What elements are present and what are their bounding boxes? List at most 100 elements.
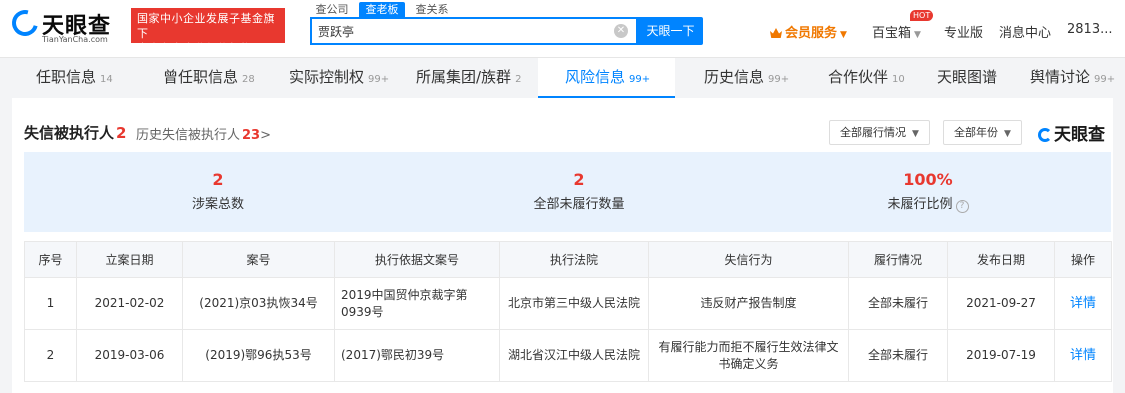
stat-ratio: 100% 未履行比例? [828,170,1028,213]
column-header: 序号 [24,241,77,278]
basis-document-number: (2017)鄂民初39号 [334,329,500,382]
search-tab-company[interactable]: 查公司 [312,2,352,17]
tab-label: 曾任职信息 [163,68,239,86]
stat-total: 2 涉案总数 [118,170,318,212]
tab-label: 实际控制权 [289,68,365,86]
tab-history[interactable]: 历史信息 99+ [704,58,789,98]
dishonest-behavior: 有履行能力而拒不履行生效法律文书确定义务 [648,329,849,382]
tab-count: 10 [892,74,905,85]
tab-positions[interactable]: 任职信息 14 [36,58,113,98]
toolbox-label: 百宝箱 [872,26,912,41]
tab-count: 99+ [629,74,651,85]
tab-label: 天眼图谱 [937,68,998,86]
stat-unfulfilled: 2 全部未履行数量 [479,170,679,212]
tab-former-positions[interactable]: 曾任职信息 28 [163,58,255,98]
search-button[interactable]: 天眼一下 [638,17,703,45]
tab-public-opinion[interactable]: 舆情讨论 99+ [1030,58,1115,98]
chevron-right-icon: > [260,128,272,143]
column-header: 操作 [1054,241,1112,278]
tab-risk[interactable]: 风险信息 99+ [538,58,675,98]
column-header: 立案日期 [76,241,183,278]
search-tab-relation[interactable]: 查关系 [412,2,452,17]
history-count: 23 [242,128,261,143]
table-row: 1 2021-02-02 (2021)京03执恢34号 2019中国贸仲京裁字第… [24,277,1112,330]
chevron-down-icon: ▼ [1004,129,1011,139]
column-header: 案号 [182,241,335,278]
dishonest-table: 序号 立案日期 案号 执行依据文案号 执行法院 失信行为 履行情况 发布日期 操… [24,241,1112,382]
section-title-text: 失信被执行人 [24,124,115,142]
chevron-down-icon: ▼ [914,30,921,40]
pro-link[interactable]: 专业版 [944,22,983,41]
dishonest-debtor-card: 失信被执行人 2 历史失信被执行人 23> 全部履行情况 ▼ 全部年份 ▼ 天眼查 2 … [12,98,1113,393]
details-link[interactable]: 详情 [1054,329,1112,382]
tab-label: 历史信息 [704,68,765,86]
logo-domain: TianYanCha.com [42,35,108,44]
crown-icon [770,28,782,38]
column-header: 执行法院 [499,241,649,278]
stat-label-text: 未履行比例 [887,197,953,212]
stat-label: 全部未履行数量 [533,197,625,212]
stat-value: 2 [573,170,585,189]
column-header: 发布日期 [947,241,1055,278]
history-dishonest-link[interactable]: 历史失信被执行人 23> [136,124,271,143]
table-header-row: 序号 立案日期 案号 执行依据文案号 执行法院 失信行为 履行情况 发布日期 操… [24,241,1112,278]
toolbox-menu[interactable]: 百宝箱 ▼ [872,22,921,41]
year-filter-value: 全部年份 [954,126,998,139]
fulfillment-status: 全部未履行 [848,329,948,382]
filing-date: 2021-02-02 [76,277,183,330]
details-link[interactable]: 详情 [1054,277,1112,330]
year-filter-dropdown[interactable]: 全部年份 ▼ [943,120,1022,145]
tab-count: 99+ [768,74,790,85]
basis-document-number: 2019中国贸仲京裁字第0939号 [334,277,500,330]
case-number: (2019)鄂96执53号 [182,329,335,382]
user-menu[interactable]: 2813... [1067,22,1112,37]
tab-count: 14 [100,74,113,85]
tab-graph[interactable]: 天眼图谱 [937,58,997,98]
site-logo[interactable]: 天眼查 TianYanCha.com [7,5,124,46]
status-filter-dropdown[interactable]: 全部履行情况 ▼ [829,120,930,145]
stats-panel: 2 涉案总数 2 全部未履行数量 100% 未履行比例? [24,152,1111,232]
messages-link[interactable]: 消息中心 [999,22,1051,41]
filing-date: 2019-03-06 [76,329,183,382]
executing-court: 湖北省汉江中级人民法院 [499,329,649,382]
history-label: 历史失信被执行人 [136,128,241,143]
column-header: 执行依据文案号 [334,241,500,278]
tab-label: 合作伙伴 [828,68,889,86]
section-title: 失信被执行人 2 [24,122,126,143]
tab-group[interactable]: 所属集团/族群 2 [416,58,521,98]
dishonest-behavior: 违反财产报告制度 [648,277,849,330]
logo-icon [1038,128,1052,142]
search-input[interactable] [312,19,612,43]
table-row: 2 2019-03-06 (2019)鄂96执53号 (2017)鄂民初39号 … [24,329,1112,382]
tab-label: 风险信息 [565,68,626,86]
stat-label: 涉案总数 [191,197,244,212]
tab-actual-control[interactable]: 实际控制权 99+ [289,58,389,98]
vip-label: 会员服务 [785,26,838,41]
tab-count: 28 [242,74,255,85]
case-number: (2021)京03执恢34号 [182,277,335,330]
section-count: 2 [116,124,127,142]
column-header: 履行情况 [848,241,948,278]
clear-icon[interactable]: ✕ [614,24,628,38]
official-banner: 国家中小企业发展子基金旗下 官方备案企业征信机构 [131,8,285,55]
banner-line-1: 国家中小企业发展子基金旗下 [137,12,275,40]
top-bar: 天眼查 TianYanCha.com 国家中小企业发展子基金旗下 官方备案企业征… [0,0,1125,58]
tab-label: 所属集团/族群 [416,68,512,86]
vip-menu[interactable]: 会员服务 ▼ [770,22,847,41]
publish-date: 2019-07-19 [947,329,1055,382]
brand-watermark: 天眼查 [1038,120,1105,145]
tab-count: 2 [515,74,522,85]
help-icon[interactable]: ? [955,200,969,213]
stat-value: 2 [212,170,224,189]
row-index: 2 [24,329,77,382]
search-tab-boss[interactable]: 查老板 [359,2,405,17]
brand-text: 天眼查 [1054,125,1105,145]
publish-date: 2021-09-27 [947,277,1055,330]
tab-partners[interactable]: 合作伙伴 10 [828,58,905,98]
stat-label: 未履行比例? [828,193,1028,213]
chevron-down-icon: ▼ [912,129,919,139]
chevron-down-icon: ▼ [840,30,847,40]
tab-label: 舆情讨论 [1030,68,1091,86]
logo-icon [7,5,43,41]
executing-court: 北京市第三中级人民法院 [499,277,649,330]
